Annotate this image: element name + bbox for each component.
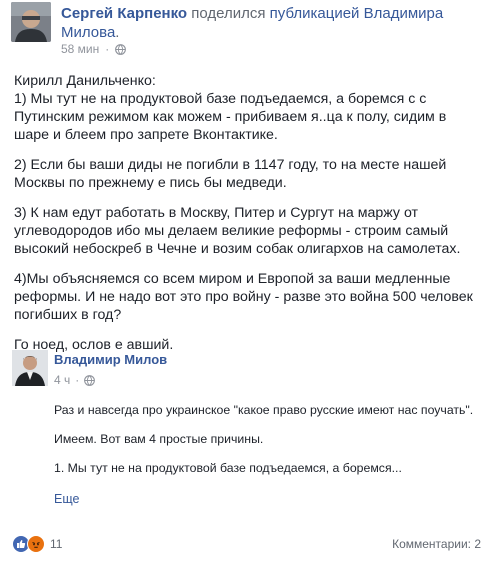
header-suffix: . [115, 24, 120, 41]
meta-dot: · [105, 42, 110, 56]
author-name[interactable]: Сергей Карпенко [61, 5, 187, 22]
globe-icon[interactable] [84, 374, 96, 386]
reaction-count: 11 [50, 537, 63, 551]
post-header: Сергей Карпенко поделился публикацией Вл… [61, 4, 481, 42]
post-paragraph: 4)Мы объясняемся со всем миром и Европой… [14, 271, 473, 323]
post-timestamp[interactable]: 58 мин [61, 42, 99, 56]
shared-post-meta: 4 ч · [54, 373, 96, 387]
shared-author-name[interactable]: Владимир Милов [54, 352, 167, 367]
post-paragraph: Кирилл Данильченко: 1) Мы тут не на прод… [14, 73, 447, 143]
shared-paragraph: Имеем. Вот вам 4 простые причины. [54, 432, 264, 446]
shared-paragraph: Раз и навсегда про украинское "какое пра… [54, 403, 474, 417]
meta-dot: · [75, 373, 80, 387]
author-avatar[interactable] [11, 2, 51, 42]
post: Сергей Карпенко поделился публикацией Вл… [0, 0, 493, 563]
globe-icon[interactable] [115, 43, 127, 55]
post-paragraph: 2) Если бы ваши диды не погибли в 1147 г… [14, 157, 447, 191]
shared-post: Владимир Милов 4 ч · Раз и навсегда про … [12, 346, 482, 518]
shared-post-timestamp[interactable]: 4 ч [54, 373, 70, 387]
post-paragraph: 3) К нам едут работать в Москву, Питер и… [14, 205, 461, 257]
share-action-text: поделился [187, 5, 270, 22]
post-footer: 11 Комментарии: 2 [12, 534, 481, 554]
post-meta: 58 мин · [61, 42, 127, 56]
reactions-summary[interactable]: 11 [12, 535, 62, 553]
shared-author-avatar[interactable] [12, 350, 48, 386]
shared-paragraph: 1. Мы тут не на продуктовой базе подъеда… [54, 461, 402, 475]
see-more-link[interactable]: Еще [54, 492, 79, 506]
shared-post-body: Раз и навсегда про украинское "какое пра… [54, 402, 474, 489]
post-body: Кирилл Данильченко: 1) Мы тут не на прод… [14, 72, 482, 366]
comments-count-link[interactable]: Комментарии: 2 [392, 537, 481, 551]
angry-icon [27, 535, 45, 553]
